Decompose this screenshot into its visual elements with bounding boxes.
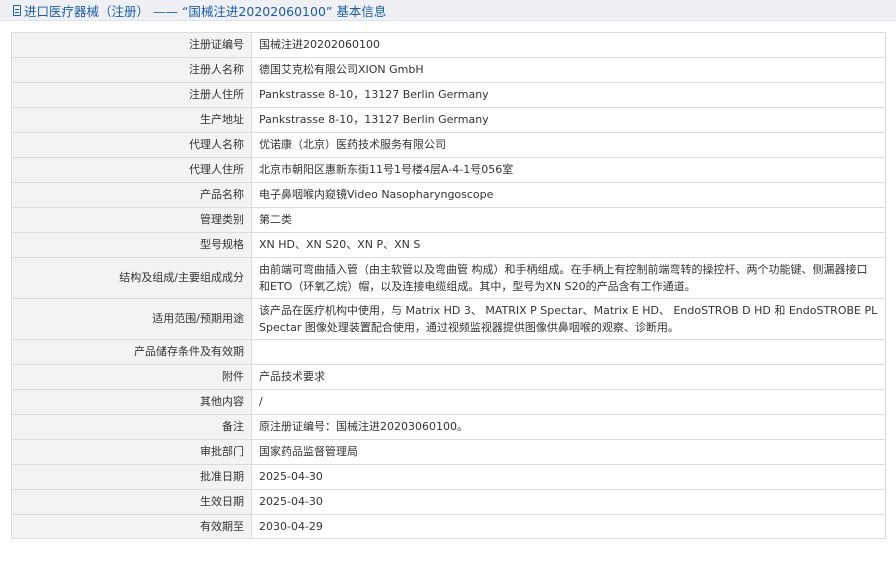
row-value: Pankstrasse 8-10，13127 Berlin Germany	[251, 107, 886, 133]
row-value: 北京市朝阳区惠新东街11号1号楼4层A-4-1号056室	[251, 157, 886, 183]
row-value: Pankstrasse 8-10，13127 Berlin Germany	[251, 82, 886, 108]
table-row: 注册人名称 德国艾克松有限公司XION GmbH	[11, 57, 886, 83]
document-icon	[13, 4, 21, 16]
table-row: 产品储存条件及有效期	[11, 339, 886, 365]
registration-info-table: 注册证编号 国械注进20202060100 注册人名称 德国艾克松有限公司XIO…	[11, 32, 886, 539]
table-row: 注册人住所 Pankstrasse 8-10，13127 Berlin Germ…	[11, 82, 886, 108]
row-value: /	[251, 389, 886, 415]
table-row: 备注 原注册证编号：国械注进20203060100。	[11, 414, 886, 440]
table-row: 批准日期 2025-04-30	[11, 464, 886, 490]
table-row: 型号规格 XN HD、XN S20、XN P、XN S	[11, 232, 886, 258]
row-label: 产品储存条件及有效期	[11, 339, 252, 365]
page-title: 进口医疗器械（注册） —— “国械注进20202060100” 基本信息	[24, 3, 387, 19]
row-value: 第二类	[251, 207, 886, 233]
row-value: 2030-04-29	[251, 514, 886, 539]
row-value: 2025-04-30	[251, 464, 886, 490]
row-value: 电子鼻咽喉内窥镜Video Nasopharyngoscope	[251, 182, 886, 208]
row-label: 生效日期	[11, 489, 252, 515]
table-row: 生产地址 Pankstrasse 8-10，13127 Berlin Germa…	[11, 107, 886, 133]
table-row: 产品名称 电子鼻咽喉内窥镜Video Nasopharyngoscope	[11, 182, 886, 208]
row-value: 由前端可弯曲插入管（由主软管以及弯曲管 构成）和手柄组成。在手柄上有控制前端弯转…	[251, 257, 886, 299]
table-row: 审批部门 国家药品监督管理局	[11, 439, 886, 465]
table-row: 生效日期 2025-04-30	[11, 489, 886, 515]
table-row: 结构及组成/主要组成成分 由前端可弯曲插入管（由主软管以及弯曲管 构成）和手柄组…	[11, 257, 886, 299]
row-label: 结构及组成/主要组成成分	[11, 257, 252, 299]
row-label: 有效期至	[11, 514, 252, 539]
row-label: 管理类别	[11, 207, 252, 233]
row-label: 生产地址	[11, 107, 252, 133]
table-row: 注册证编号 国械注进20202060100	[11, 32, 886, 58]
table-row: 代理人名称 优诺康（北京）医药技术服务有限公司	[11, 132, 886, 158]
row-value: XN HD、XN S20、XN P、XN S	[251, 232, 886, 258]
row-value: 2025-04-30	[251, 489, 886, 515]
row-value: 国家药品监督管理局	[251, 439, 886, 465]
row-value: 国械注进20202060100	[251, 32, 886, 58]
row-label: 注册人名称	[11, 57, 252, 83]
row-value: 原注册证编号：国械注进20203060100。	[251, 414, 886, 440]
row-label: 注册证编号	[11, 32, 252, 58]
page-header: 进口医疗器械（注册） —— “国械注进20202060100” 基本信息	[0, 0, 896, 21]
row-value: 德国艾克松有限公司XION GmbH	[251, 57, 886, 83]
row-label: 注册人住所	[11, 82, 252, 108]
table-row: 代理人住所 北京市朝阳区惠新东街11号1号楼4层A-4-1号056室	[11, 157, 886, 183]
row-label: 其他内容	[11, 389, 252, 415]
row-label: 备注	[11, 414, 252, 440]
row-label: 批准日期	[11, 464, 252, 490]
row-label: 代理人住所	[11, 157, 252, 183]
table-row: 管理类别 第二类	[11, 207, 886, 233]
row-label: 适用范围/预期用途	[11, 298, 252, 340]
table-row: 其他内容 /	[11, 389, 886, 415]
row-value: 产品技术要求	[251, 364, 886, 390]
table-row: 附件 产品技术要求	[11, 364, 886, 390]
row-label: 代理人名称	[11, 132, 252, 158]
row-value: 该产品在医疗机构中使用，与 Matrix HD 3、 MATRIX P Spec…	[251, 298, 886, 340]
row-label: 附件	[11, 364, 252, 390]
table-row: 适用范围/预期用途 该产品在医疗机构中使用，与 Matrix HD 3、 MAT…	[11, 298, 886, 340]
row-label: 审批部门	[11, 439, 252, 465]
row-label: 产品名称	[11, 182, 252, 208]
row-value	[251, 339, 886, 365]
row-label: 型号规格	[11, 232, 252, 258]
row-value: 优诺康（北京）医药技术服务有限公司	[251, 132, 886, 158]
table-row: 有效期至 2030-04-29	[11, 514, 886, 539]
